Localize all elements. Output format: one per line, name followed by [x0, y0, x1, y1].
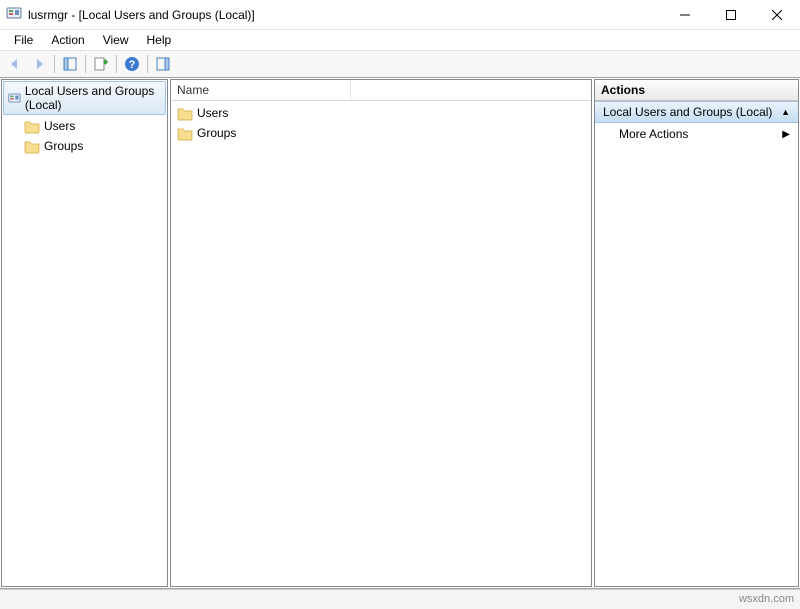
folder-icon: [24, 138, 40, 154]
toolbar: ?: [0, 50, 800, 78]
window-title: lusrmgr - [Local Users and Groups (Local…: [28, 8, 255, 22]
help-button[interactable]: ?: [121, 53, 143, 75]
actions-selection-header[interactable]: Local Users and Groups (Local) ▲: [595, 101, 798, 123]
watermark: wsxdn.com: [739, 593, 794, 605]
toolbar-separator: [147, 55, 148, 73]
list-pane: Name Users Groups: [170, 79, 592, 587]
svg-text:?: ?: [129, 59, 136, 71]
export-list-button[interactable]: [90, 53, 112, 75]
app-icon: [6, 5, 22, 24]
list-header: Name: [171, 80, 591, 101]
list-item-label: Groups: [197, 126, 236, 140]
folder-icon: [177, 125, 193, 141]
actions-selection-label: Local Users and Groups (Local): [603, 105, 772, 119]
menu-action[interactable]: Action: [43, 31, 92, 49]
maximize-button[interactable]: [708, 0, 754, 29]
column-header-name[interactable]: Name: [171, 80, 351, 100]
minimize-button[interactable]: [662, 0, 708, 29]
tree-item-label: Users: [44, 119, 75, 133]
list-body: Users Groups: [171, 101, 591, 145]
tree-root-node[interactable]: Local Users and Groups (Local): [3, 81, 166, 115]
actions-item-label: More Actions: [619, 127, 688, 141]
window-controls: [662, 0, 800, 29]
title-bar: lusrmgr - [Local Users and Groups (Local…: [0, 0, 800, 30]
tree-item-label: Groups: [44, 139, 83, 153]
back-button[interactable]: [4, 53, 26, 75]
show-hide-action-pane-button[interactable]: [152, 53, 174, 75]
menu-bar: File Action View Help: [0, 30, 800, 50]
toolbar-separator: [116, 55, 117, 73]
menu-view[interactable]: View: [95, 31, 137, 49]
actions-header: Actions: [595, 80, 798, 101]
content-area: Local Users and Groups (Local) Users Gro…: [0, 78, 800, 589]
list-item-groups[interactable]: Groups: [171, 123, 591, 143]
list-item-label: Users: [197, 106, 228, 120]
submenu-arrow-icon: ▶: [782, 129, 790, 140]
forward-button[interactable]: [28, 53, 50, 75]
status-bar: [0, 589, 800, 609]
tree-item-groups[interactable]: Groups: [2, 136, 167, 156]
show-hide-tree-button[interactable]: [59, 53, 81, 75]
folder-icon: [177, 105, 193, 121]
actions-more-actions[interactable]: More Actions ▶: [595, 123, 798, 145]
list-item-users[interactable]: Users: [171, 103, 591, 123]
tree-root-label: Local Users and Groups (Local): [25, 84, 161, 112]
toolbar-separator: [85, 55, 86, 73]
folder-icon: [24, 118, 40, 134]
tree-item-users[interactable]: Users: [2, 116, 167, 136]
toolbar-separator: [54, 55, 55, 73]
close-button[interactable]: [754, 0, 800, 29]
actions-pane: Actions Local Users and Groups (Local) ▲…: [594, 79, 799, 587]
menu-help[interactable]: Help: [139, 31, 180, 49]
menu-file[interactable]: File: [6, 31, 41, 49]
tree-pane: Local Users and Groups (Local) Users Gro…: [1, 79, 168, 587]
collapse-icon: ▲: [781, 107, 790, 117]
